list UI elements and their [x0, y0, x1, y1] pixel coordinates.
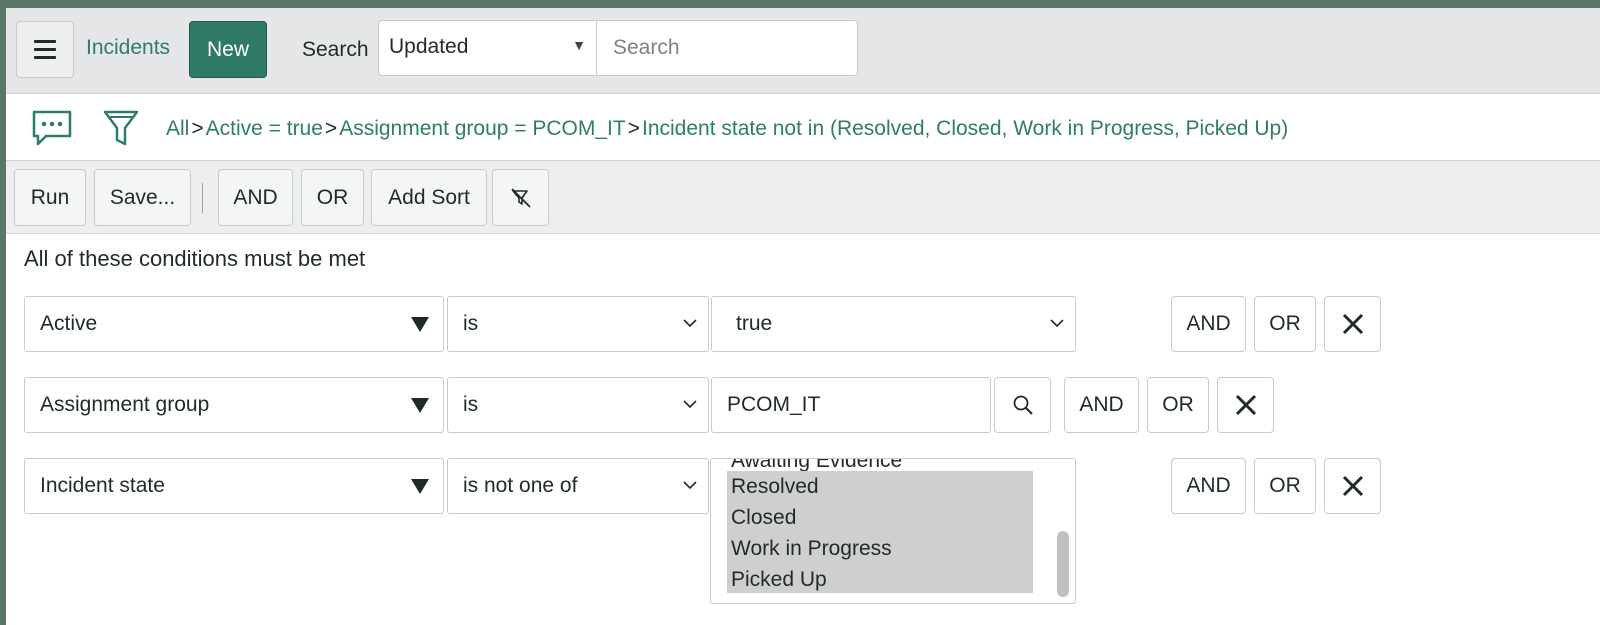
breadcrumb-separator: > — [324, 117, 338, 140]
condition-value: PCOM_IT — [727, 393, 821, 416]
add-sort-button[interactable]: Add Sort — [371, 169, 487, 226]
condition-and-button[interactable]: AND — [1171, 296, 1246, 352]
triangle-down-icon — [411, 479, 429, 494]
filter-toolbar: Run Save... AND OR Add Sort — [6, 160, 1600, 234]
listbox-scrollbar[interactable] — [1057, 531, 1069, 597]
new-button[interactable]: New — [189, 21, 267, 78]
clear-filter-icon — [510, 187, 531, 208]
search-icon — [1013, 395, 1033, 415]
toolbar-divider — [202, 183, 203, 213]
list-option-selected[interactable]: Work in Progress — [727, 533, 1033, 564]
assignment-group-input[interactable]: PCOM_IT — [711, 377, 991, 433]
condition-field-value: Active — [40, 312, 98, 335]
condition-field-select[interactable]: Assignment group — [24, 377, 444, 433]
triangle-down-icon — [411, 398, 429, 413]
condition-or-button[interactable]: OR — [1254, 296, 1316, 352]
hamburger-icon — [34, 40, 56, 43]
chevron-down-icon — [683, 481, 697, 490]
delete-condition-button[interactable] — [1324, 296, 1381, 352]
close-icon — [1342, 313, 1363, 335]
condition-and-button[interactable]: AND — [1064, 377, 1139, 433]
condition-field-select[interactable]: Incident state — [24, 458, 444, 514]
clear-filter-button[interactable] — [492, 169, 549, 226]
list-option-selected[interactable]: Closed — [727, 502, 1033, 533]
chevron-down-icon — [683, 400, 697, 409]
and-button[interactable]: AND — [218, 169, 293, 226]
caret-down-icon: ▼ — [572, 37, 586, 53]
condition-field-value: Assignment group — [40, 393, 210, 416]
save-button[interactable]: Save... — [94, 169, 191, 226]
condition-value: true — [736, 312, 773, 335]
condition-field-value: Incident state — [40, 474, 165, 497]
lookup-button[interactable] — [994, 377, 1051, 433]
list-title[interactable]: Incidents — [86, 36, 170, 60]
chevron-down-icon — [1050, 319, 1064, 328]
condition-or-button[interactable]: OR — [1254, 458, 1316, 514]
search-label: Search — [302, 38, 369, 61]
condition-operator-value: is — [463, 393, 479, 416]
breadcrumb-item-incident-state[interactable]: Incident state not in (Resolved, Closed,… — [642, 117, 1288, 140]
breadcrumb-item-all[interactable]: All — [166, 117, 189, 140]
condition-and-button[interactable]: AND — [1171, 458, 1246, 514]
hamburger-menu-button[interactable] — [16, 21, 74, 78]
condition-value-select[interactable]: true — [711, 296, 1076, 352]
condition-operator-select[interactable]: is — [447, 377, 709, 433]
conditions-heading: All of these conditions must be met — [24, 246, 366, 271]
triangle-down-icon — [411, 317, 429, 332]
condition-field-select[interactable]: Active — [24, 296, 444, 352]
app-window: Incidents New Search Updated ▼ All>Activ… — [6, 8, 1600, 625]
list-header: Incidents New Search Updated ▼ — [6, 8, 1600, 94]
incident-state-listbox[interactable]: Awaiting Evidence Resolved Closed Work i… — [710, 458, 1076, 604]
list-option-selected[interactable]: Picked Up — [727, 564, 1033, 593]
close-icon — [1235, 394, 1256, 416]
comment-icon[interactable] — [30, 106, 74, 150]
breadcrumb-separator: > — [191, 117, 204, 140]
run-button[interactable]: Run — [14, 169, 86, 226]
condition-or-button[interactable]: OR — [1147, 377, 1209, 433]
search-field-value: Updated — [389, 35, 469, 58]
breadcrumb-separator: > — [627, 117, 640, 140]
delete-condition-button[interactable] — [1217, 377, 1274, 433]
breadcrumb-item-assignment-group[interactable]: Assignment group = PCOM_IT — [339, 117, 626, 140]
breadcrumb: All>Active = true>Assignment group = PCO… — [166, 117, 1288, 141]
search-field-select[interactable]: Updated ▼ — [378, 20, 596, 76]
search-input[interactable] — [596, 20, 858, 76]
filter-breadcrumb-bar: All>Active = true>Assignment group = PCO… — [6, 94, 1600, 160]
list-option-selected[interactable]: Resolved — [727, 471, 1033, 502]
condition-operator-select[interactable]: is not one of — [447, 458, 709, 514]
condition-operator-value: is not one of — [463, 474, 578, 497]
condition-operator-select[interactable]: is — [447, 296, 709, 352]
chevron-down-icon — [683, 319, 697, 328]
close-icon — [1342, 475, 1363, 497]
breadcrumb-item-active[interactable]: Active = true — [206, 117, 323, 140]
filter-icon[interactable] — [99, 106, 143, 150]
or-button[interactable]: OR — [301, 169, 364, 226]
condition-operator-value: is — [463, 312, 479, 335]
delete-condition-button[interactable] — [1324, 458, 1381, 514]
